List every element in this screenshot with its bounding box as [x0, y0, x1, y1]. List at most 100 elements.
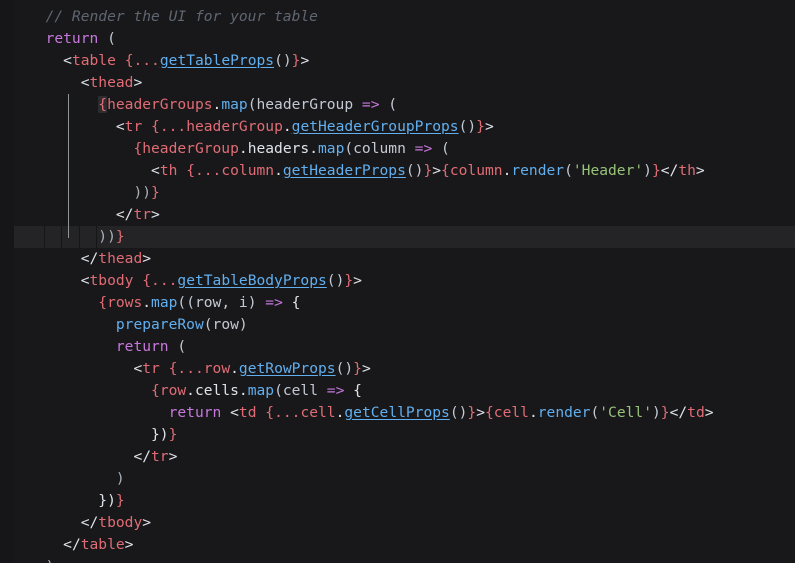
code-line[interactable]: })} [0, 490, 795, 512]
code-line-text: <tr {...headerGroup.getHeaderGroupProps(… [0, 116, 494, 138]
code-token: { [265, 404, 275, 421]
code-line[interactable]: ) [0, 468, 795, 490]
code-token: </ [80, 514, 99, 531]
code-token: } [476, 118, 485, 135]
code-token: . [142, 294, 152, 311]
code-token: headerGroup [142, 140, 239, 157]
code-line[interactable]: ) [0, 556, 795, 563]
code-token: td [238, 404, 257, 421]
code-token: cell [300, 404, 336, 421]
code-token: < [133, 360, 143, 377]
code-token: < [230, 404, 239, 421]
code-line[interactable]: <thead> [0, 72, 795, 94]
code-line[interactable]: <tbody {...getTableBodyProps()}> [0, 270, 795, 292]
code-line[interactable]: {row.cells.map(cell => { [0, 380, 795, 402]
code-token: ) [46, 558, 55, 563]
code-token: () [326, 272, 345, 289]
code-line-text: {row.cells.map(cell => { [0, 380, 362, 402]
code-line[interactable]: })} [0, 424, 795, 446]
code-token: . [186, 382, 195, 399]
code-content[interactable]: // Render the UI for your table return (… [0, 0, 795, 563]
code-line[interactable]: </tr> [0, 446, 795, 468]
code-line[interactable]: // Render the UI for your table [0, 6, 795, 28]
code-line[interactable]: ))} [0, 226, 795, 248]
code-token: { [151, 118, 160, 135]
code-token: ... [133, 52, 160, 69]
code-token: { [98, 96, 108, 113]
code-token: (column [344, 140, 415, 157]
code-token: ) [643, 162, 652, 179]
code-line-text: // Render the UI for your table [0, 6, 318, 28]
code-token: < [80, 74, 90, 91]
code-token: => [326, 382, 345, 399]
code-token: ((row, i) [177, 294, 266, 311]
code-line-text: ) [0, 468, 125, 490]
code-token: td [687, 404, 705, 421]
code-line[interactable]: prepareRow(row) [0, 314, 795, 336]
code-token: } [467, 404, 477, 421]
code-line[interactable]: <tr {...row.getRowProps()}> [0, 358, 795, 380]
code-line[interactable]: ))} [0, 182, 795, 204]
code-token: < [63, 52, 72, 69]
code-line[interactable]: {rows.map((row, i) => { [0, 292, 795, 314]
code-token: </ [669, 404, 688, 421]
code-token: . [274, 162, 283, 179]
code-line[interactable]: <table {...getTableProps()}> [0, 50, 795, 72]
code-editor[interactable]: // Render the UI for your table return (… [0, 0, 795, 563]
code-token: getTableBodyProps [177, 272, 327, 289]
code-line[interactable]: {headerGroup.headers.map(column => ( [0, 138, 795, 160]
code-token: thead [89, 74, 134, 91]
code-line[interactable]: return <td {...cell.getCellProps()}>{cel… [0, 402, 795, 424]
code-token: > [704, 404, 714, 421]
code-token: => [265, 294, 283, 311]
code-line[interactable]: <th {...column.getHeaderProps()}>{column… [0, 160, 795, 182]
code-line[interactable]: {headerGroups.map(headerGroup => ( [0, 94, 795, 116]
code-token: getRowProps [238, 360, 336, 377]
code-token: ... [194, 162, 222, 179]
code-token: tr [151, 448, 169, 465]
code-line-text: {headerGroups.map(headerGroup => ( [0, 94, 397, 116]
code-line[interactable]: </thead> [0, 248, 795, 270]
code-token: cell [493, 404, 529, 421]
code-line[interactable]: </tr> [0, 204, 795, 226]
code-line[interactable]: </table> [0, 534, 795, 556]
code-token: getCellProps [344, 404, 450, 421]
code-token: { [282, 294, 301, 311]
code-token: () [274, 52, 292, 69]
code-token: > [476, 404, 485, 421]
code-token: { [344, 382, 362, 399]
code-token: { [133, 140, 143, 157]
code-line[interactable]: return ( [0, 336, 795, 358]
code-token: { [485, 404, 494, 421]
code-line[interactable]: </tbody> [0, 512, 795, 534]
code-token: > [168, 448, 178, 465]
code-token: > [361, 360, 371, 377]
code-line-text: })} [0, 490, 124, 512]
code-token: tbody [98, 514, 143, 531]
code-token: ( [379, 96, 398, 113]
code-token: row [159, 382, 187, 399]
code-token: th [159, 162, 178, 179]
code-token: map [221, 96, 248, 113]
code-line[interactable]: <tr {...headerGroup.getHeaderGroupProps(… [0, 116, 795, 138]
code-token: }) [151, 426, 169, 443]
code-token: (cell [274, 382, 327, 399]
code-token: ( [168, 338, 187, 355]
code-line-text: prepareRow(row) [0, 314, 248, 336]
code-line-text: {rows.map((row, i) => { [0, 292, 300, 314]
active-indent-guide [68, 94, 69, 238]
code-token: . [528, 404, 538, 421]
code-line[interactable]: return ( [0, 28, 795, 50]
